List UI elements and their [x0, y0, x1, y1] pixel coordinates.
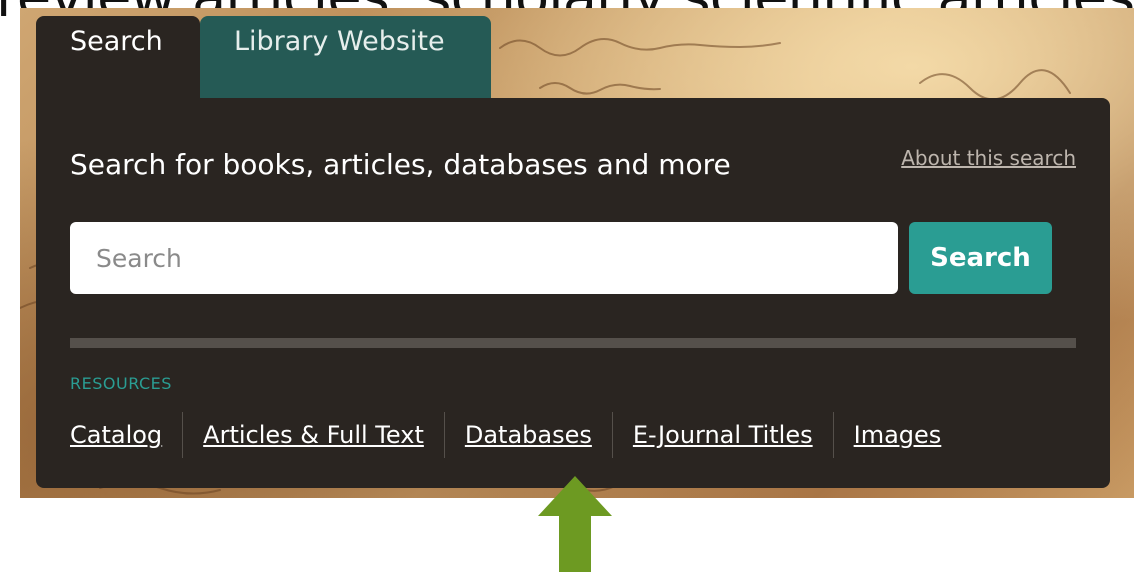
divider-bar [70, 338, 1076, 348]
resource-link-e-journal-titles[interactable]: E-Journal Titles [611, 412, 833, 458]
search-input[interactable] [70, 222, 898, 294]
tab-search-label[interactable]: Search [70, 0, 163, 84]
search-button[interactable]: Search [909, 222, 1052, 294]
resources-label: RESOURCES [70, 374, 172, 393]
resource-link-databases[interactable]: Databases [443, 412, 612, 458]
about-this-search-link[interactable]: About this search [901, 146, 1076, 170]
resource-link-catalog[interactable]: Catalog [70, 412, 182, 458]
panel-heading: Search for books, articles, databases an… [70, 148, 731, 181]
resource-links: Catalog Articles & Full Text Databases E… [70, 412, 961, 458]
resource-link-articles-full-text[interactable]: Articles & Full Text [182, 412, 444, 458]
up-arrow-icon [538, 476, 612, 572]
resource-link-images[interactable]: Images [832, 412, 962, 458]
tab-library-website-label[interactable]: Library Website [234, 0, 445, 84]
screenshot-stage: review articles, scholarly scientific ar… [0, 0, 1134, 572]
